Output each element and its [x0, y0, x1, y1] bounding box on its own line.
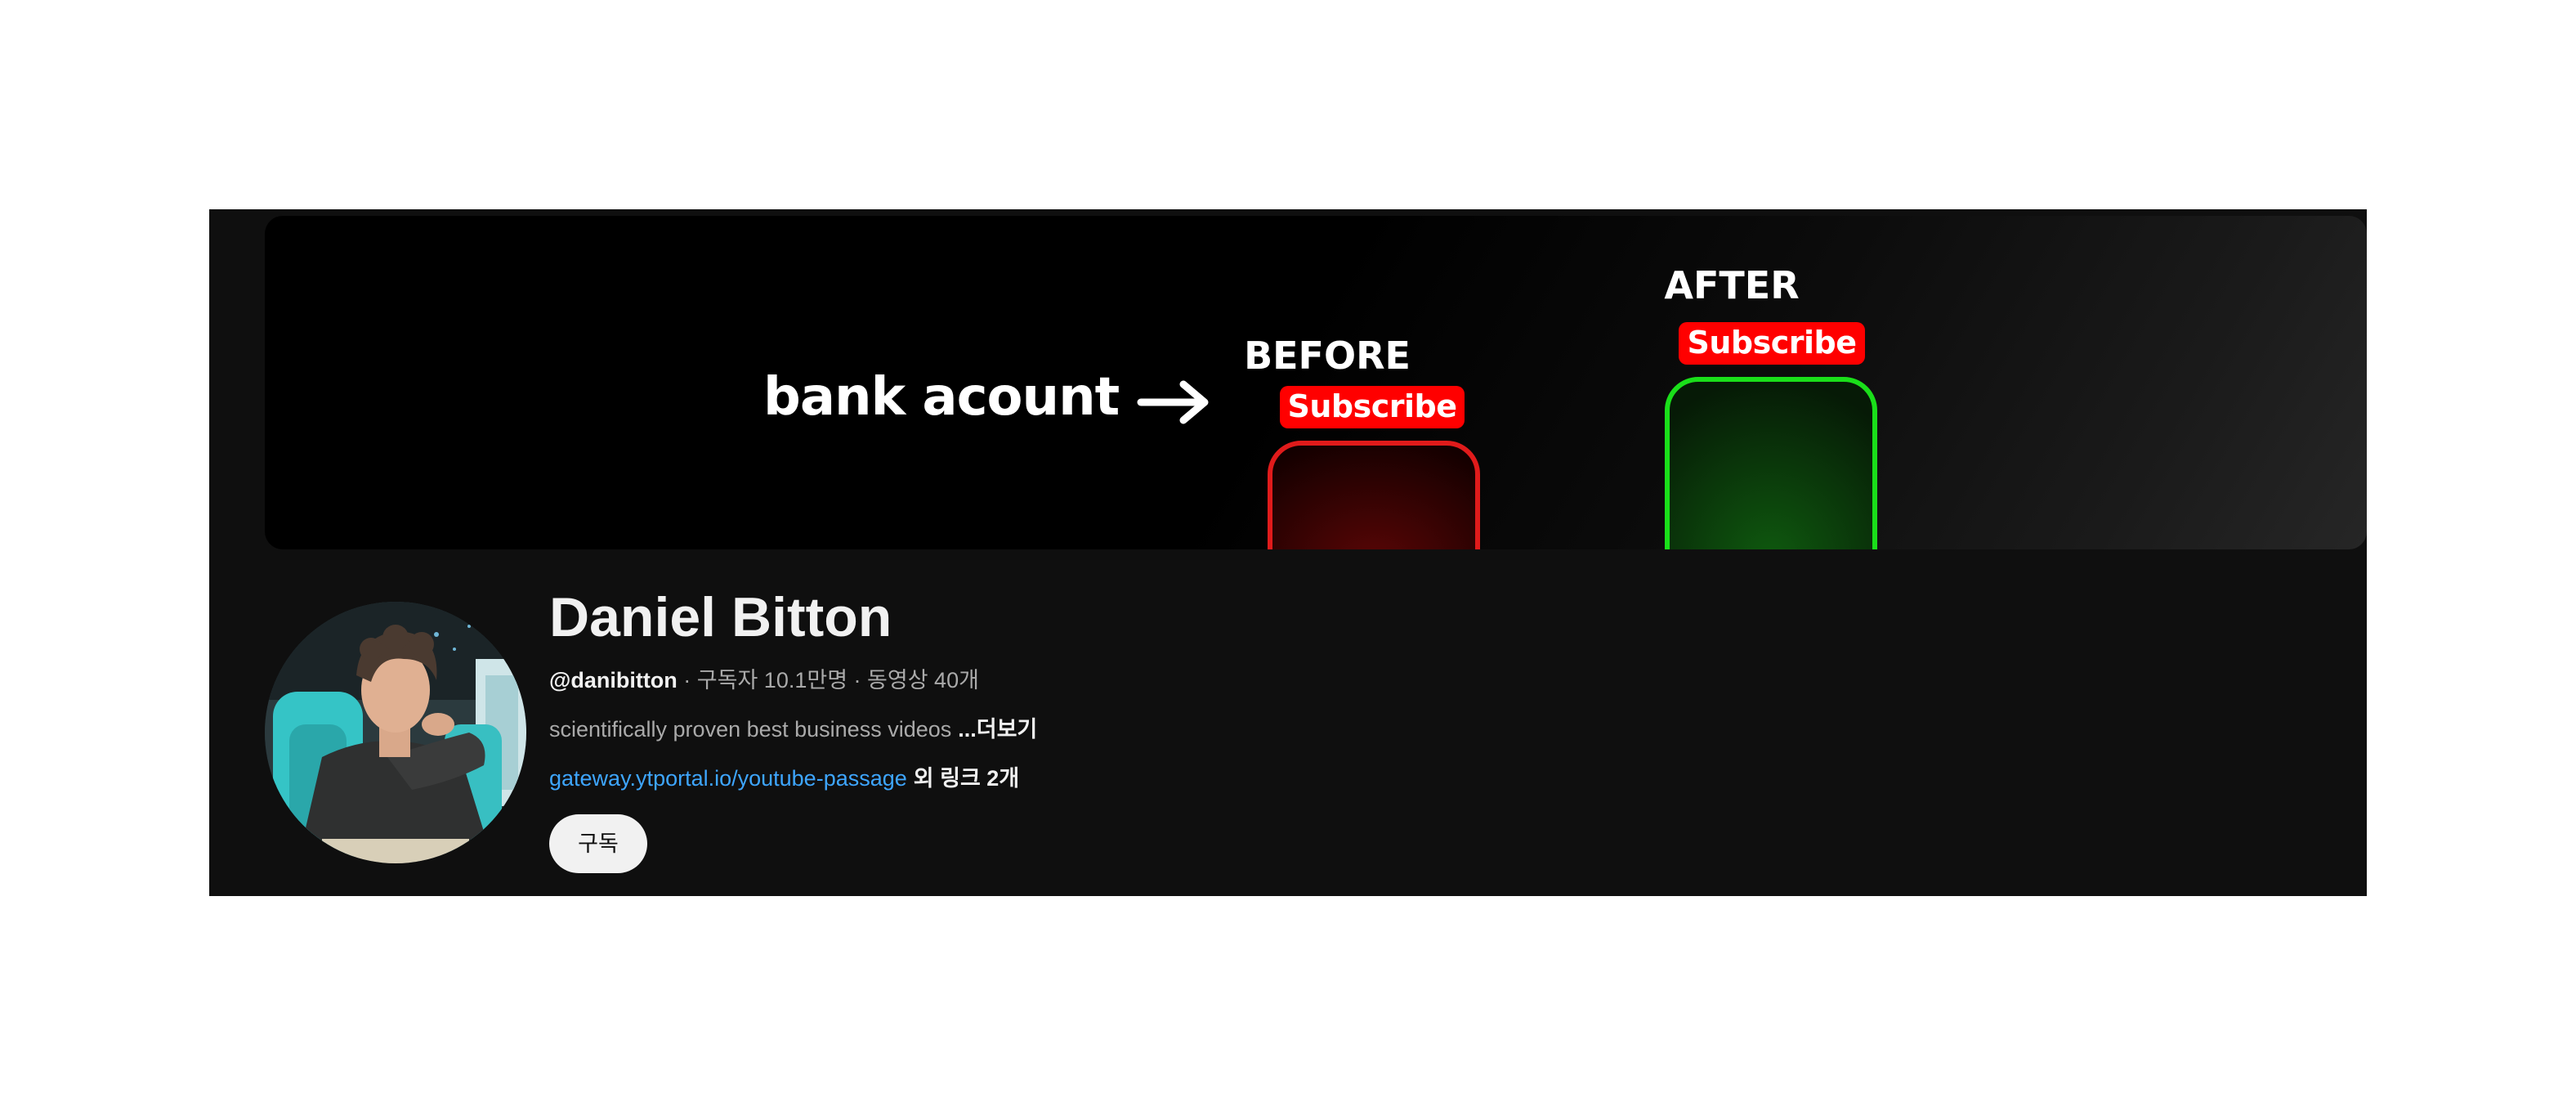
more-description-link[interactable]: ...더보기: [958, 717, 1037, 742]
channel-description-row[interactable]: scientifically proven best business vide…: [549, 711, 1037, 743]
before-bar: [1268, 441, 1480, 549]
banner-graphic: [1137, 377, 1877, 549]
avatar-image: [265, 602, 526, 863]
right-arrow-icon: [1137, 380, 1209, 424]
channel-stats: · 구독자 10.1만명 · 동영상 40개: [677, 668, 979, 692]
channel-description: scientifically proven best business vide…: [549, 717, 952, 742]
banner-before-subscribe: Subscribe: [1280, 386, 1465, 428]
banner-after-subscribe: Subscribe: [1679, 322, 1865, 365]
channel-header: bank acount BEFORE Subscribe AFTER Subsc…: [209, 209, 2367, 896]
avatar[interactable]: [265, 602, 526, 863]
channel-name: Daniel Bitton: [549, 586, 892, 648]
banner-bank-text: bank acount: [763, 367, 1120, 428]
channel-links-row: gateway.ytportal.io/youtube-passage 외 링크 …: [549, 760, 1019, 792]
subscribe-button[interactable]: 구독: [549, 814, 647, 873]
after-bar: [1665, 377, 1877, 549]
channel-handle: @danibitton: [549, 668, 678, 692]
more-links-link[interactable]: 외 링크 2개: [914, 766, 1019, 791]
banner-before-label: BEFORE: [1244, 334, 1411, 378]
banner-after-label: AFTER: [1664, 263, 1800, 307]
channel-link[interactable]: gateway.ytportal.io/youtube-passage: [549, 766, 907, 791]
channel-meta: @danibitton · 구독자 10.1만명 · 동영상 40개: [549, 662, 979, 694]
channel-banner[interactable]: bank acount BEFORE Subscribe AFTER Subsc…: [265, 216, 2367, 549]
